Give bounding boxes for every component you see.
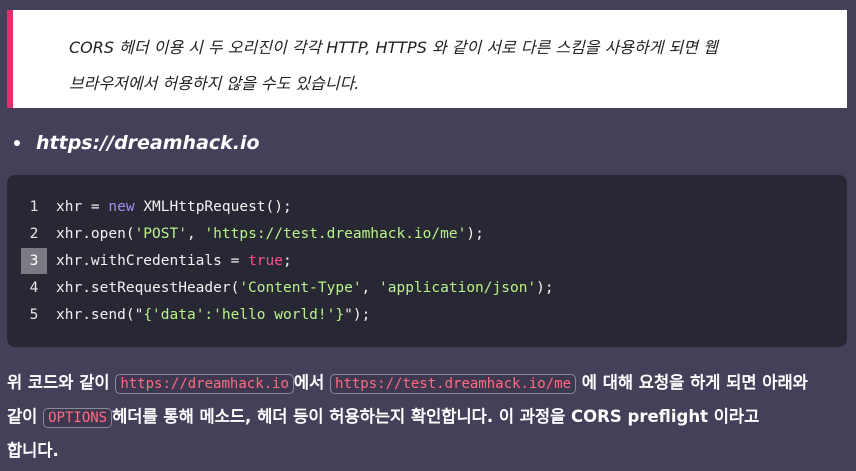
quote-line-1: CORS 헤더 이용 시 두 오리진이 각각 HTTP, HTTPS 와 같이 …: [69, 38, 718, 57]
code-text: xhr = new XMLHttpRequest();: [56, 198, 292, 215]
description-paragraph: 위 코드와 같이 https://dreamhack.io 에서 https://…: [7, 373, 808, 460]
code-line: 3 xhr.withCredentials = true;: [7, 247, 847, 274]
quote-line-2: 브라우저에서 허용하지 않을 수도 있습니다.: [69, 74, 360, 93]
line-number: 5: [29, 306, 39, 323]
line-number: 1: [29, 198, 39, 215]
inline-code: OPTIONS: [43, 408, 113, 428]
code-line: 2 xhr.open('POST', 'https://test.dreamha…: [7, 220, 847, 247]
code-text: xhr.withCredentials = true;: [56, 252, 292, 269]
code-text: xhr.open('POST', 'https://test.dreamhack…: [56, 225, 484, 242]
inline-code: https://dreamhack.io: [115, 374, 294, 394]
code-block[interactable]: 1 xhr = new XMLHttpRequest(); 2 xhr.open…: [7, 175, 847, 347]
code-text: xhr.send("{'data':'hello world!'}");: [56, 306, 371, 323]
code-line: 4 xhr.setRequestHeader('Content-Type', '…: [7, 274, 847, 301]
inline-code: https://test.dreamhack.io/me: [330, 374, 577, 394]
bullet-url-text: https://dreamhack.io: [36, 132, 260, 154]
line-number: 4: [29, 279, 39, 296]
cors-preflight-term: CORS preflight: [571, 407, 708, 426]
code-text: xhr.setRequestHeader('Content-Type', 'ap…: [56, 279, 554, 296]
code-line: 1 xhr = new XMLHttpRequest();: [7, 193, 847, 220]
blockquote: CORS 헤더 이용 시 두 오리진이 각각 HTTP, HTTPS 와 같이 …: [7, 10, 847, 108]
line-number: 2: [29, 225, 39, 242]
code-line: 5 xhr.send("{'data':'hello world!'}");: [7, 301, 847, 328]
line-number-active: 3: [21, 247, 47, 274]
bullet-item: https://dreamhack.io: [12, 128, 260, 158]
bullet-dot-icon: [14, 140, 20, 146]
